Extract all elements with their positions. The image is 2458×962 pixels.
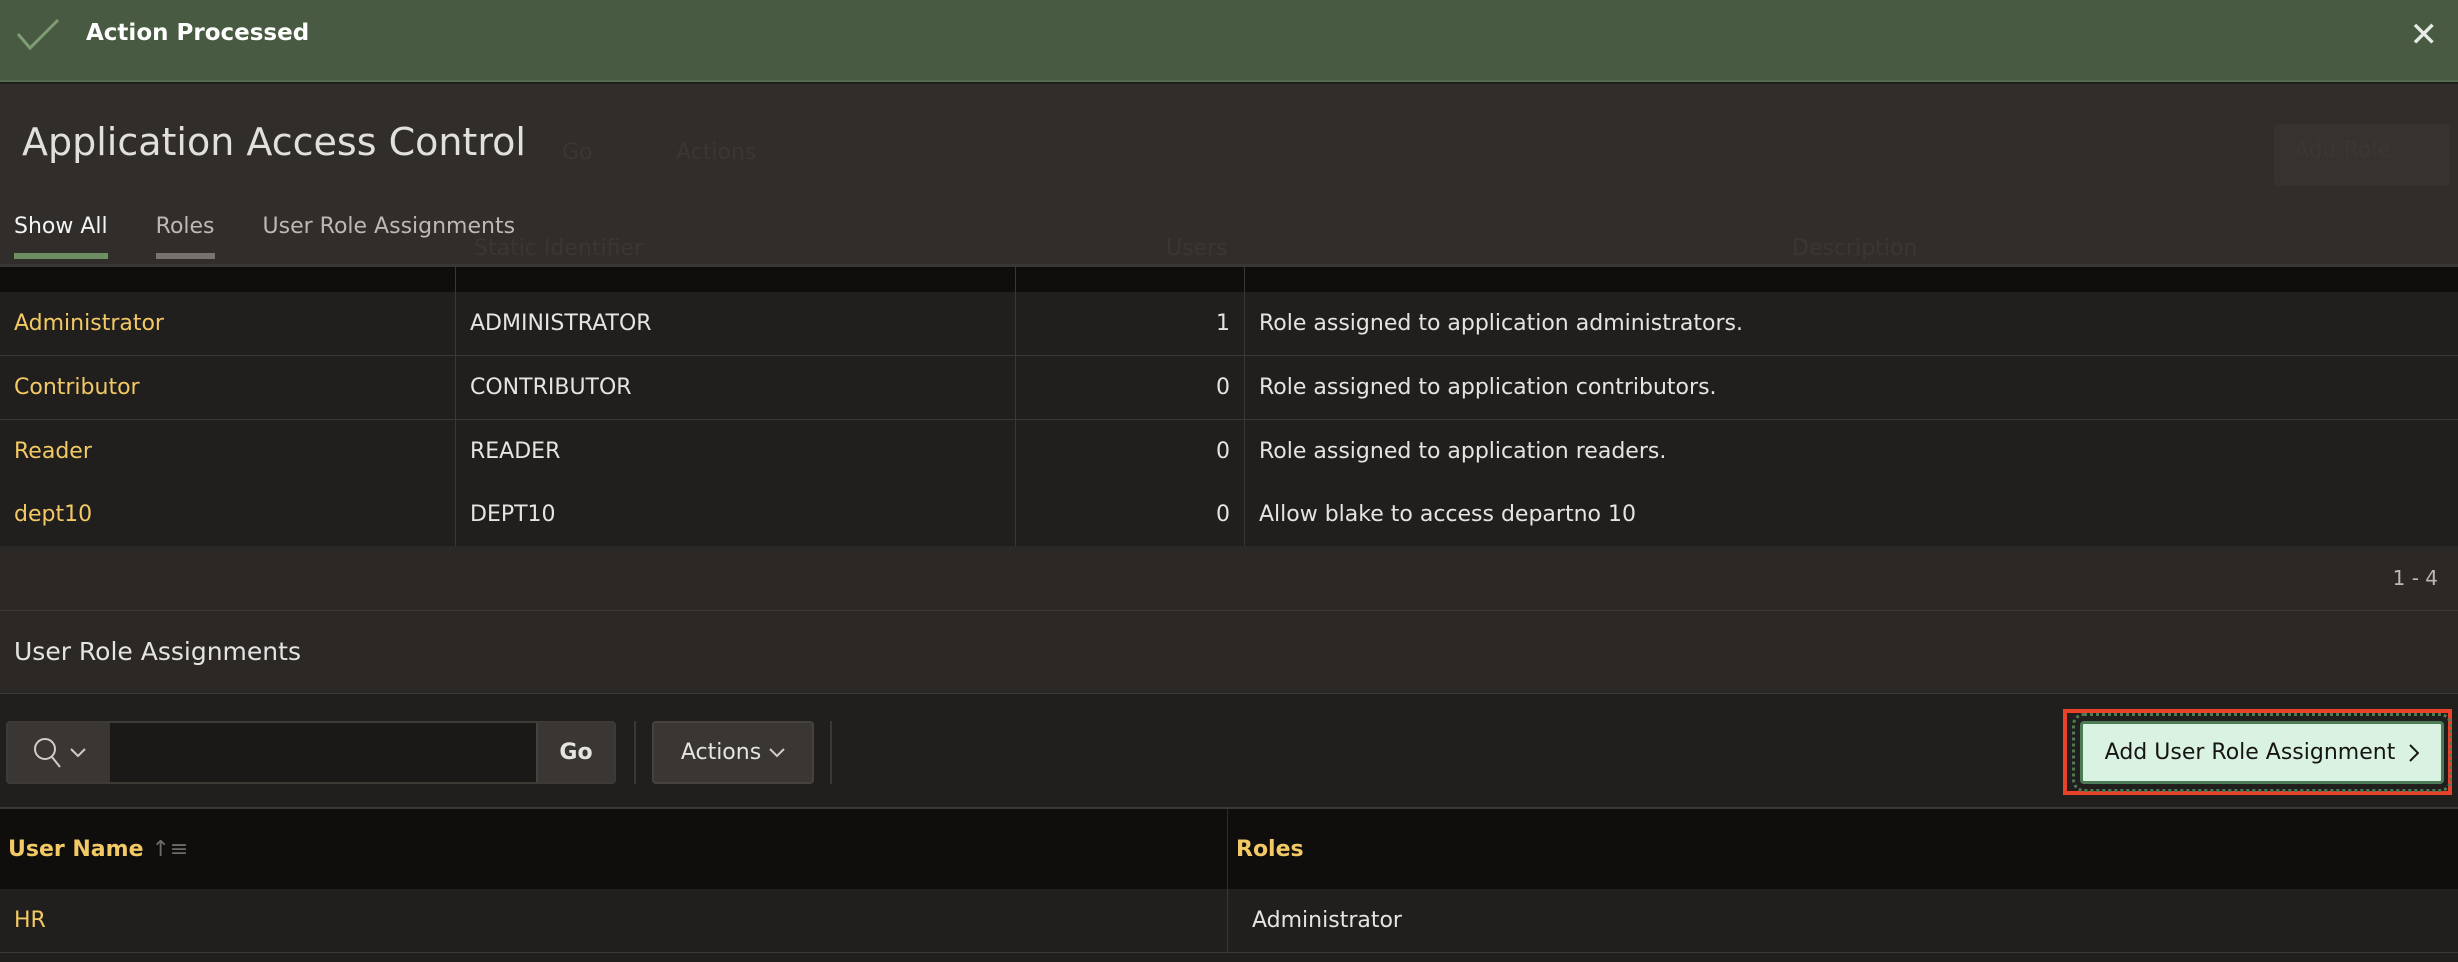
actions-button[interactable]: Actions (652, 721, 814, 784)
search-icon (32, 736, 62, 770)
ghost-actions: Actions (676, 140, 756, 165)
table-row: Administrator ADMINISTRATOR 1 Role assig… (0, 292, 2458, 356)
go-button[interactable]: Go (536, 723, 614, 782)
tab-user-role-assignments[interactable]: User Role Assignments (263, 214, 516, 259)
table-row: Contributor CONTRIBUTOR 0 Role assigned … (0, 356, 2458, 420)
role-link[interactable]: dept10 (0, 483, 456, 546)
user-name-link[interactable]: HR (0, 889, 1228, 952)
ghost-go: Go (562, 140, 593, 165)
users-count: 1 (1016, 292, 1245, 355)
roles-value: Administrator (1228, 889, 2458, 952)
column-header-user-name[interactable]: User Name ↑≡ (0, 809, 1228, 889)
page-header: Application Access Control Go Actions Ad… (0, 84, 2458, 264)
chevron-right-icon (2409, 744, 2419, 762)
description: Allow blake to access departno 10 (1245, 483, 2458, 546)
divider (830, 721, 832, 784)
search-bar: Go (6, 721, 616, 784)
check-icon (16, 16, 64, 60)
success-banner: Action Processed ✕ (0, 0, 2458, 82)
users-count: 0 (1016, 483, 1245, 546)
region-title: User Role Assignments (14, 637, 301, 666)
role-link[interactable]: Reader (0, 420, 456, 483)
role-link[interactable]: Administrator (0, 292, 456, 355)
add-user-role-assignment-button[interactable]: Add User Role Assignment (2080, 721, 2444, 784)
description: Role assigned to application administrat… (1245, 292, 2458, 355)
table-row: Reader READER 0 Role assigned to applica… (0, 420, 2458, 484)
tab-roles[interactable]: Roles (156, 214, 215, 259)
column-header-roles[interactable]: Roles (1228, 809, 2458, 889)
table-row: dept10 DEPT10 0 Allow blake to access de… (0, 483, 2458, 547)
tab-show-all[interactable]: Show All (14, 214, 108, 259)
chevron-down-icon (70, 748, 86, 758)
role-link[interactable]: Contributor (0, 356, 456, 419)
divider (634, 721, 636, 784)
search-column-menu[interactable] (8, 723, 110, 782)
search-input[interactable] (110, 723, 536, 782)
static-id: CONTRIBUTOR (456, 356, 1016, 419)
users-count: 0 (1016, 356, 1245, 419)
report-toolbar: Go Actions Add User Role Assignment (0, 694, 2458, 809)
ghost-col-description: Description (1792, 236, 1917, 261)
static-id: DEPT10 (456, 483, 1016, 546)
description: Role assigned to application contributor… (1245, 356, 2458, 419)
table-row: HR Administrator (0, 889, 2458, 953)
banner-message: Action Processed (86, 20, 309, 46)
ghost-col-users: Users (1166, 236, 1228, 261)
ghost-add-role: Add Role (2274, 124, 2450, 186)
pagination-bar: 1 - 4 (0, 546, 2458, 611)
column-label: User Name (8, 837, 144, 862)
static-id: READER (456, 420, 1016, 483)
actions-label: Actions (681, 740, 761, 765)
users-count: 0 (1016, 420, 1245, 483)
close-icon[interactable]: ✕ (2410, 18, 2439, 52)
roles-table-header (0, 264, 2458, 292)
add-button-label: Add User Role Assignment (2105, 740, 2396, 765)
assignments-table-header: User Name ↑≡ Roles (0, 809, 2458, 889)
pagination-range: 1 - 4 (2393, 566, 2438, 590)
description: Role assigned to application readers. (1245, 420, 2458, 483)
static-id: ADMINISTRATOR (456, 292, 1016, 355)
region-header: User Role Assignments (0, 611, 2458, 694)
tab-bar: Show All Roles User Role Assignments (14, 214, 515, 259)
chevron-down-icon (769, 748, 785, 758)
page-title: Application Access Control (22, 120, 526, 164)
sort-ascending-icon: ↑≡ (152, 837, 189, 862)
